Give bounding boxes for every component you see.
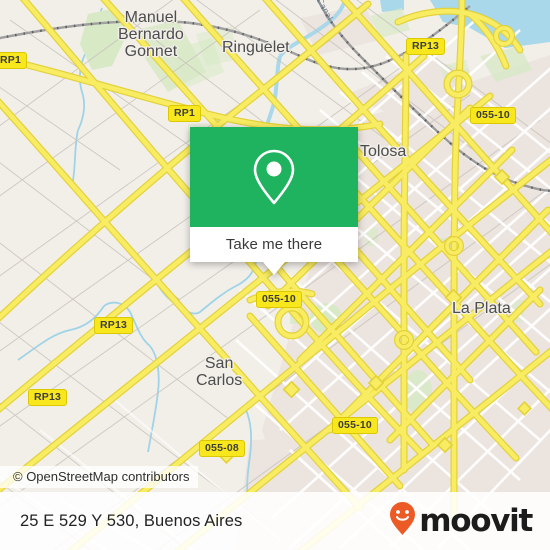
- route-shield: 055-08: [199, 440, 245, 457]
- moovit-pin-smiley-icon: [389, 501, 416, 541]
- route-shield: RP1: [0, 52, 28, 69]
- popup-header: [190, 127, 358, 227]
- moovit-map-screenshot: Manuel Bernardo Gonnet Ringuelet Tolosa La …: [0, 0, 550, 550]
- moovit-wordmark: moovit: [419, 503, 533, 539]
- location-pin-icon: [251, 148, 297, 206]
- popup-cta[interactable]: Take me there: [190, 227, 358, 262]
- osm-attribution-text: © OpenStreetMap contributors: [13, 469, 190, 484]
- route-shield: 055-10: [256, 291, 302, 308]
- popup-pointer-tail: [263, 262, 285, 275]
- bottom-bar: 25 E 529 Y 530, Buenos Aires moovit: [0, 492, 550, 550]
- route-shield: 055-10: [332, 417, 378, 434]
- route-shield: RP13: [94, 317, 134, 334]
- moovit-brand[interactable]: moovit: [389, 501, 533, 541]
- address-label: 25 E 529 Y 530, Buenos Aires: [20, 511, 243, 530]
- route-shield: RP13: [28, 389, 68, 406]
- osm-attribution[interactable]: © OpenStreetMap contributors: [0, 466, 198, 488]
- route-shield: 055-10: [470, 107, 516, 124]
- route-shield: RP1: [168, 105, 202, 122]
- popup-cta-label: Take me there: [225, 236, 323, 253]
- route-shield: RP13: [406, 38, 446, 55]
- take-me-there-popup[interactable]: Take me there: [190, 127, 358, 275]
